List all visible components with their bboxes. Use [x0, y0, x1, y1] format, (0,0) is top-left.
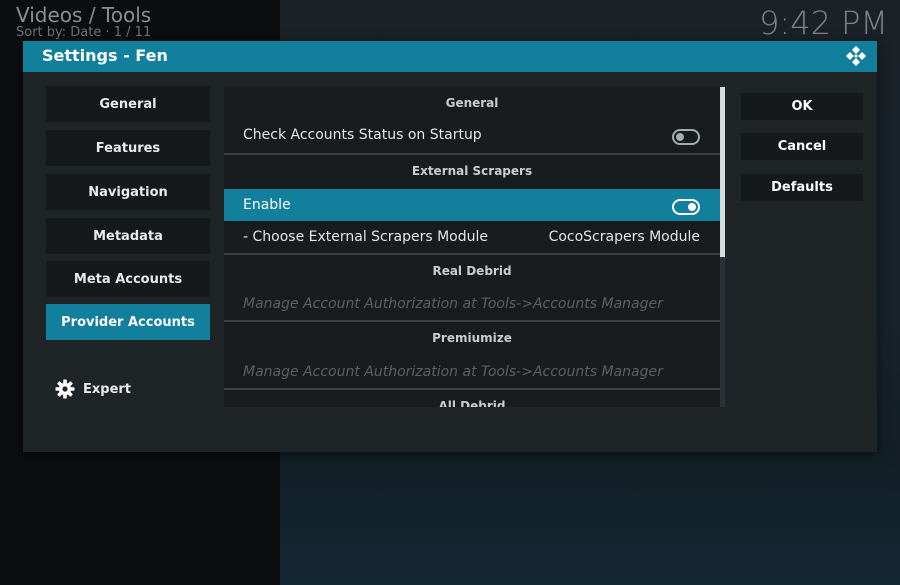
group-title-all-debrid: All Debrid	[438, 399, 506, 407]
category-navigation[interactable]: Navigation	[46, 174, 210, 210]
setting-choose-scrapers-module[interactable]: - Choose External Scrapers Module CocoSc…	[224, 221, 720, 253]
settings-dialog: Settings - Fen General Features Navigati…	[23, 41, 877, 452]
dialog-title: Settings - Fen	[42, 46, 168, 65]
defaults-button[interactable]: Defaults	[741, 174, 863, 201]
settings-level-button[interactable]: Expert	[55, 379, 131, 399]
cancel-button[interactable]: Cancel	[741, 133, 863, 160]
sort-info: Sort by: Date · 1 / 11	[16, 25, 152, 40]
clock: 9:42 PM	[759, 4, 888, 42]
setting-real-debrid-info: Manage Account Authorization at Tools->A…	[224, 288, 720, 320]
settings-list: General Check Accounts Status on Startup…	[224, 87, 723, 407]
setting-label: Enable	[243, 197, 291, 213]
breadcrumb: Videos / Tools	[16, 3, 152, 27]
category-meta-accounts[interactable]: Meta Accounts	[46, 261, 210, 297]
setting-label: Check Accounts Status on Startup	[243, 127, 482, 143]
gear-icon	[55, 379, 75, 399]
toggle-on[interactable]	[672, 199, 700, 215]
toggle-off[interactable]	[672, 129, 700, 145]
group-title-general: General	[445, 96, 499, 110]
dialog-header: Settings - Fen	[23, 41, 877, 72]
settings-level-label: Expert	[83, 381, 132, 397]
info-text: Manage Account Authorization at Tools->A…	[243, 364, 663, 380]
group-title-real-debrid: Real Debrid	[432, 264, 512, 278]
group-title-premiumize: Premiumize	[432, 331, 512, 345]
category-features[interactable]: Features	[46, 130, 210, 166]
background-glow	[280, 450, 900, 585]
ok-button[interactable]: OK	[741, 93, 863, 120]
info-text: Manage Account Authorization at Tools->A…	[243, 296, 663, 312]
setting-check-accounts-startup[interactable]: Check Accounts Status on Startup	[224, 119, 720, 151]
setting-value: CocoScrapers Module	[548, 229, 700, 245]
setting-enable-external-scrapers[interactable]: Enable	[224, 189, 720, 221]
category-metadata[interactable]: Metadata	[46, 218, 210, 254]
scrollbar-thumb[interactable]	[720, 87, 725, 257]
setting-premiumize-info: Manage Account Authorization at Tools->A…	[224, 356, 720, 388]
settings-scrollbar[interactable]	[720, 87, 725, 407]
category-general[interactable]: General	[46, 86, 210, 122]
kodi-logo-icon	[846, 46, 866, 66]
group-title-external-scrapers: External Scrapers	[411, 164, 533, 178]
category-provider-accounts[interactable]: Provider Accounts	[46, 304, 210, 340]
setting-label: - Choose External Scrapers Module	[243, 229, 488, 245]
